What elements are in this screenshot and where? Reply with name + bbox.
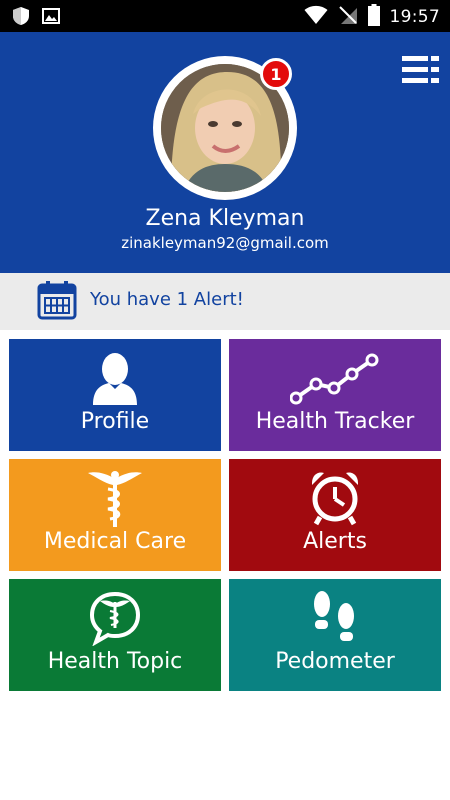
menu-list-icon[interactable] [402,54,442,86]
tile-health-topic[interactable]: Health Topic [9,579,221,691]
tile-health-tracker[interactable]: Health Tracker [229,339,441,451]
tile-alerts[interactable]: Alerts [229,459,441,571]
alert-banner[interactable]: You have 1 Alert! [0,273,450,330]
alarm-clock-icon [229,467,441,529]
person-icon [9,347,221,409]
user-email: zinakleyman92@gmail.com [121,234,329,252]
status-bar: 19:57 [0,0,450,32]
image-icon [42,7,60,29]
tile-pedometer[interactable]: Pedometer [229,579,441,691]
tile-label: Pedometer [275,649,395,674]
tile-profile[interactable]: Profile [9,339,221,451]
caduceus-icon [9,467,221,529]
footprints-icon [229,587,441,649]
alert-text: You have 1 Alert! [90,289,244,310]
tile-label: Profile [80,409,150,434]
notification-badge: 1 [260,58,292,90]
chat-caduceus-icon [9,587,221,649]
tile-medical-care[interactable]: Medical Care [9,459,221,571]
status-time: 19:57 [389,7,440,27]
no-sim-icon [338,5,358,29]
battery-icon [367,4,380,30]
calendar-icon [37,280,77,324]
avatar[interactable]: 1 [153,56,297,200]
tile-label: Health Tracker [255,409,415,434]
tile-label: Health Topic [47,649,183,674]
line-chart-icon [229,347,441,409]
user-name: Zena Kleyman [145,206,305,231]
wifi-icon [304,5,328,29]
tile-label: Alerts [303,529,367,554]
profile-header: 1 Zena Kleyman zinakleyman92@gmail.com [0,32,450,273]
tile-label: Medical Care [43,529,187,554]
shield-icon [12,6,30,30]
